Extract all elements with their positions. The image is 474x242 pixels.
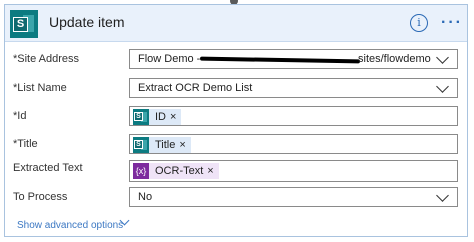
chevron-down-icon[interactable] xyxy=(436,80,449,93)
variable-icon: {x} xyxy=(133,163,149,179)
show-advanced-options-link[interactable]: Show advanced options xyxy=(17,220,123,231)
title-token[interactable]: S Title × xyxy=(133,137,191,153)
list-name-dropdown[interactable]: Extract OCR Demo List xyxy=(129,78,458,98)
sharepoint-icon: S xyxy=(133,137,149,153)
site-address-value-end: sites/flowdemo xyxy=(358,53,431,65)
update-item-card: S Update item i ··· *Site Address Flow D… xyxy=(4,4,468,237)
redaction-mark xyxy=(199,56,361,64)
id-input[interactable]: S ID × xyxy=(129,106,458,126)
ocr-text-token[interactable]: {x} OCR-Text × xyxy=(133,163,219,179)
title-label: *Title xyxy=(13,138,38,150)
extracted-text-input[interactable]: {x} OCR-Text × xyxy=(129,160,458,182)
sharepoint-icon: S xyxy=(133,109,149,125)
site-address-dropdown[interactable]: Flow Demo - sites/flowdemo xyxy=(129,49,458,69)
list-name-value: Extract OCR Demo List xyxy=(138,82,253,94)
info-icon[interactable]: i xyxy=(410,14,428,32)
id-token[interactable]: S ID × xyxy=(133,109,182,125)
card-header[interactable]: S Update item i ··· xyxy=(5,5,467,42)
sharepoint-icon: S xyxy=(10,10,38,38)
chevron-down-icon[interactable] xyxy=(436,189,449,202)
site-address-value: Flow Demo - xyxy=(138,53,201,65)
remove-token-icon[interactable]: × xyxy=(179,139,190,151)
title-input[interactable]: S Title × xyxy=(129,134,458,154)
to-process-value: No xyxy=(138,191,153,203)
remove-token-icon[interactable]: × xyxy=(170,111,181,123)
id-label: *Id xyxy=(13,110,27,122)
card-title: Update item xyxy=(49,14,125,30)
to-process-label: To Process xyxy=(13,191,68,203)
extracted-text-label: Extracted Text xyxy=(13,162,83,174)
remove-token-icon[interactable]: × xyxy=(207,165,218,177)
chevron-down-icon[interactable] xyxy=(436,51,449,64)
site-address-label: *Site Address xyxy=(13,53,80,65)
to-process-dropdown[interactable]: No xyxy=(129,187,458,207)
list-name-label: *List Name xyxy=(13,82,67,94)
more-options-icon[interactable]: ··· xyxy=(441,14,463,32)
